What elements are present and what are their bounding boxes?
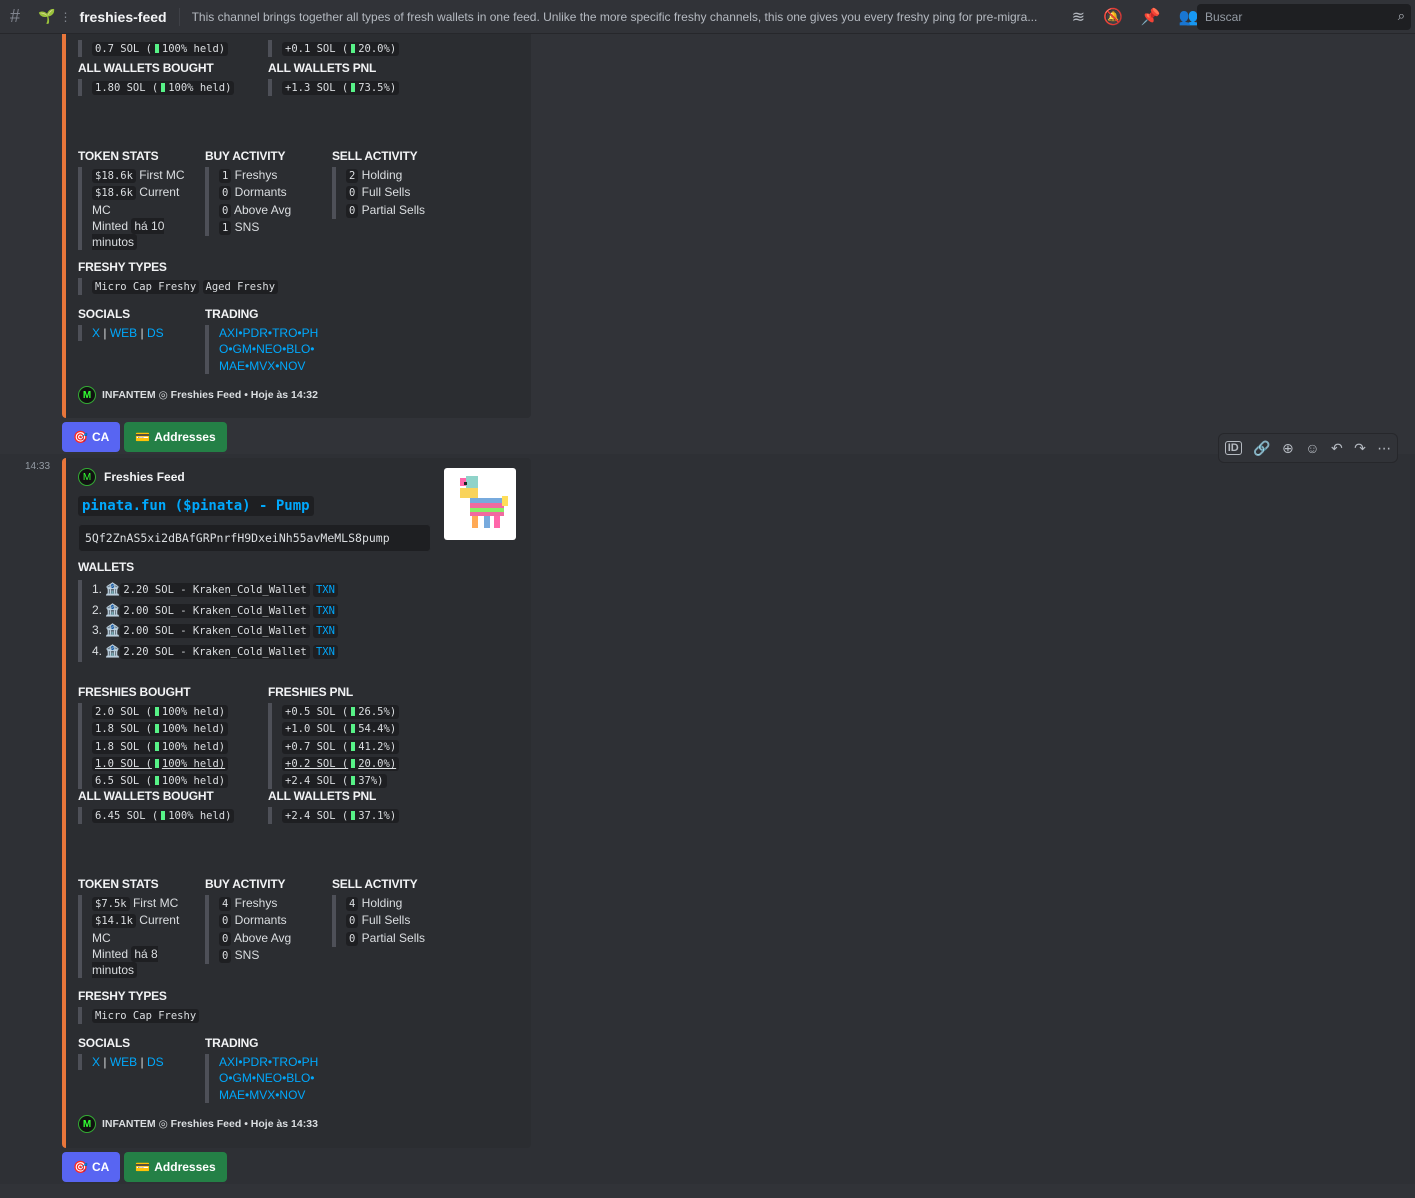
freshies-pnl-last-row: +0.1 SOL (20.0%) [268, 40, 400, 58]
wallet-row: 3. 🏦 2.00 SOL - Kraken_Cold_Wallet TXN [92, 621, 517, 642]
links-row: SOCIALS X | WEB | DS TRADING AXI•PDR•TRO… [78, 307, 332, 374]
token-stats: TOKEN STATS $7.5k First MC $14.1k Curren… [78, 877, 205, 979]
socials: SOCIALS X | WEB | DS [78, 1036, 205, 1103]
message-actions-toolbar: ID 🔗 ⊕ ☺ ↶ ↷ ⋯ [1218, 433, 1398, 463]
pinata-thumbnail[interactable] [444, 468, 516, 540]
wallets: WALLETS 1. 🏦 2.20 SOL - Kraken_Cold_Walle… [78, 560, 517, 663]
message-1-buttons: 🎯 CA 💳 Addresses [62, 422, 227, 452]
bank-icon: 🏦 [105, 643, 121, 658]
sell-activity: SELL ACTIVITY 2 Holding 0 Full Sells 0 P… [332, 149, 459, 250]
txn-link[interactable]: TXN [312, 603, 338, 618]
target-icon: 🎯 [73, 1160, 88, 1174]
social-link-x[interactable]: X [92, 326, 100, 340]
target-icon: 🎯 [73, 430, 88, 444]
freshies-bought: FRESHIES BOUGHT 2.0 SOL (100% held) 1.8 … [78, 685, 268, 790]
buy-activity: BUY ACTIVITY 1 Freshys 0 Dormants 0 Abov… [205, 149, 332, 250]
socials: SOCIALS X | WEB | DS [78, 307, 205, 374]
freshies-bought-last-row: 0.7 SOL (100% held) [78, 40, 229, 58]
embed-message-1: 0.7 SOL (100% held) +0.1 SOL (20.0%) ALL… [62, 0, 531, 418]
bank-icon: 🏦 [105, 602, 121, 617]
ca-button[interactable]: 🎯 CA [62, 1152, 121, 1182]
wallet-row: 1. 🏦 2.20 SOL - Kraken_Cold_Wallet TXN [92, 580, 517, 601]
more-icon[interactable]: ⋯ [1377, 440, 1391, 457]
ca-button[interactable]: 🎯 CA [62, 422, 121, 452]
addresses-button[interactable]: 💳 Addresses [124, 422, 227, 452]
pin-icon[interactable]: 📌 [1141, 7, 1161, 27]
stats-row: TOKEN STATS $7.5k First MC $14.1k Curren… [78, 877, 459, 979]
freshies-pnl: FRESHIES PNL +0.5 SOL (26.5%) +1.0 SOL (… [268, 685, 458, 790]
all-wallets-bought: ALL WALLETS BOUGHT 6.45 SOL (100% held) [78, 789, 268, 825]
embed-message-2: M Freshies Feed pinata.fun ($pinata) - P… [62, 458, 531, 1148]
bot-avatar-icon: M [78, 386, 96, 404]
all-wallets-bought: ALL WALLETS BOUGHT 1.80 SOL (100% held) [78, 61, 268, 97]
links-row: SOCIALS X | WEB | DS TRADING AXI•PDR•TRO… [78, 1036, 332, 1103]
link-icon[interactable]: 🔗 [1253, 440, 1270, 457]
forward-icon[interactable]: ↷ [1354, 440, 1366, 457]
trading-links-3[interactable]: MAE•MVX•NOV [219, 1088, 305, 1102]
trading-links-3[interactable]: MAE•MVX•NOV [219, 359, 305, 373]
trading-links-2[interactable]: O•GM•NEO•BLO• [219, 342, 314, 356]
stats-row: TOKEN STATS $18.6k First MC $18.6k Curre… [78, 149, 459, 251]
credit-card-icon: 💳 [135, 1160, 151, 1174]
members-icon[interactable]: 👥 [1179, 7, 1199, 27]
search-icon: ⌕ [1397, 8, 1405, 23]
add-app-icon[interactable]: ⊕ [1282, 440, 1294, 457]
social-link-web[interactable]: WEB [110, 1055, 137, 1069]
threads-icon[interactable]: ≋ [1072, 7, 1085, 27]
message-timestamp: 14:33 [25, 461, 51, 472]
embed-footer: M INFANTEM ◎ Freshies Feed • Hoje às 14:… [78, 386, 318, 404]
token-stats: TOKEN STATS $18.6k First MC $18.6k Curre… [78, 149, 185, 251]
trading-links-2[interactable]: O•GM•NEO•BLO• [219, 1071, 314, 1085]
social-link-ds[interactable]: DS [147, 1055, 164, 1069]
trading-links-1[interactable]: AXI•PDR•TRO•PH [219, 1055, 318, 1069]
channel-hash-icon: # [10, 6, 21, 26]
sprout-icon: 🌱 [38, 8, 56, 24]
credit-card-icon: 💳 [135, 430, 151, 444]
bot-avatar-icon: M [78, 1115, 96, 1133]
freshy-types: FRESHY TYPES Micro Cap Freshy [78, 989, 200, 1025]
thread-divider-icon: ⋮ [59, 9, 72, 24]
freshy-types: FRESHY TYPES Micro Cap Freshy Aged Fresh… [78, 260, 279, 296]
bank-icon: 🏦 [105, 623, 121, 638]
all-wallets-pnl: ALL WALLETS PNL +2.4 SOL (37.1%) [268, 789, 458, 825]
bot-avatar-icon: M [78, 468, 96, 486]
social-link-ds[interactable]: DS [147, 326, 164, 340]
all-wallets-pnl: ALL WALLETS PNL +1.3 SOL (73.5%) [268, 61, 458, 97]
add-reaction-icon[interactable]: ☺ [1305, 440, 1319, 456]
search-input[interactable]: Buscar ⌕ [1197, 4, 1411, 30]
buy-activity: BUY ACTIVITY 4 Freshys 0 Dormants 0 Abov… [205, 877, 332, 978]
channel-name: freshies-feed [79, 8, 167, 25]
embed-footer: M INFANTEM ◎ Freshies Feed • Hoje às 14:… [78, 1115, 318, 1133]
mute-bell-icon[interactable]: 🔕 [1103, 7, 1123, 27]
sell-activity: SELL ACTIVITY 4 Holding 0 Full Sells 0 P… [332, 877, 459, 978]
trading: TRADING AXI•PDR•TRO•PH O•GM•NEO•BLO• MAE… [205, 1036, 332, 1103]
channel-topic[interactable]: This channel brings together all types o… [192, 10, 1054, 24]
txn-link[interactable]: TXN [312, 644, 338, 659]
trading-links-1[interactable]: AXI•PDR•TRO•PH [219, 326, 318, 340]
addresses-button[interactable]: 💳 Addresses [124, 1152, 227, 1182]
header-toolbar: ≋ 🔕 📌 👥 [1072, 7, 1199, 27]
wallet-row: 4. 🏦 2.20 SOL - Kraken_Cold_Wallet TXN [92, 642, 517, 663]
reply-icon[interactable]: ↶ [1331, 440, 1343, 457]
txn-link[interactable]: TXN [312, 624, 338, 639]
message-2-buttons: 🎯 CA 💳 Addresses [62, 1152, 227, 1182]
wallet-row: 2. 🏦 2.00 SOL - Kraken_Cold_Wallet TXN [92, 601, 517, 622]
social-link-x[interactable]: X [92, 1055, 100, 1069]
channel-header: # 🌱 ⋮ freshies-feed This channel brings … [0, 0, 1415, 34]
id-icon[interactable]: ID [1224, 441, 1242, 455]
bank-icon: 🏦 [105, 582, 121, 596]
social-link-web[interactable]: WEB [110, 326, 137, 340]
trading: TRADING AXI•PDR•TRO•PH O•GM•NEO•BLO• MAE… [205, 307, 332, 374]
header-divider [178, 7, 180, 26]
txn-link[interactable]: TXN [312, 583, 338, 597]
